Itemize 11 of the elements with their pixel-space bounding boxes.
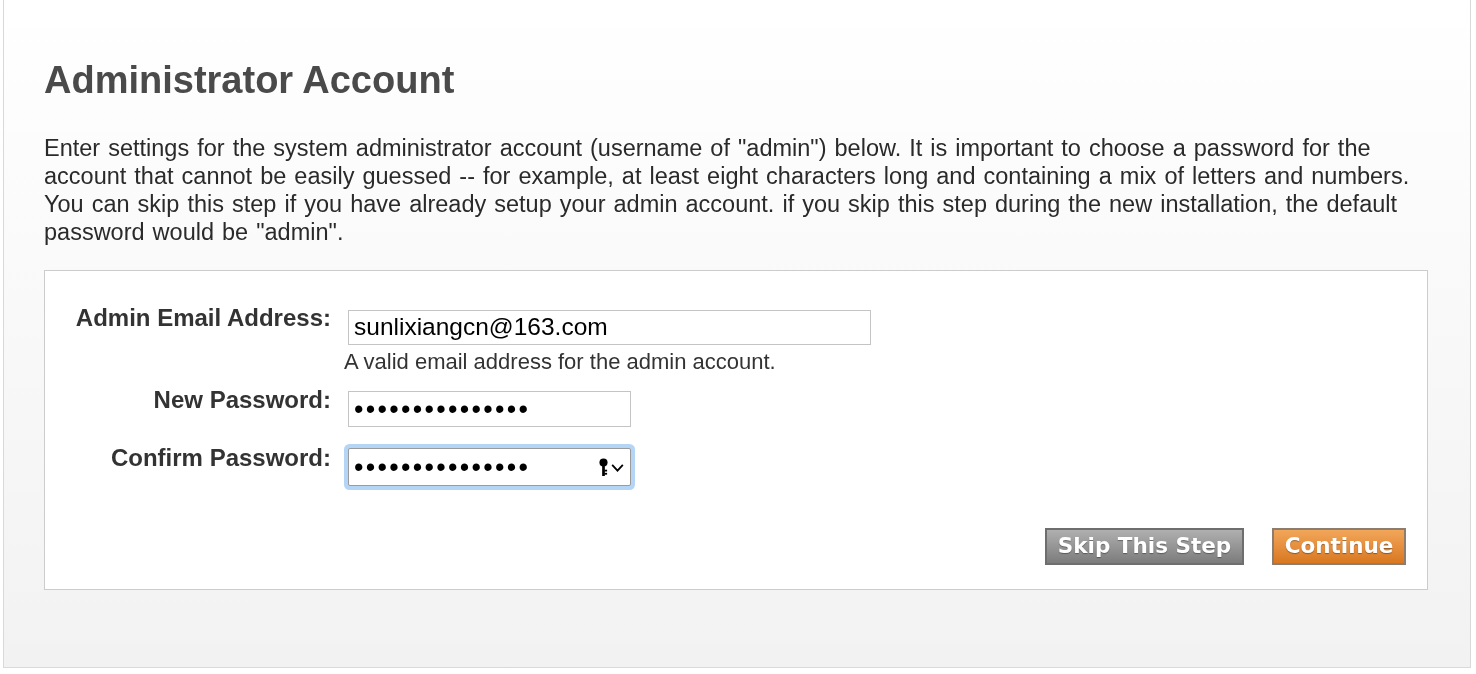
password-field[interactable]: ••••••••••••••• — [348, 391, 631, 427]
field-hint: A valid email address for the admin account. — [344, 349, 776, 375]
field-label: Confirm Password: — [110, 444, 331, 471]
password-field[interactable]: ••••••••••••••• — [348, 448, 631, 486]
field-label: Admin Email Address: — [75, 304, 331, 331]
field-label: New Password: — [153, 386, 331, 413]
intro-paragraph: Enter settings for the system administrator account (username of "admin") below. It is important to choose a password for the account that cannot be easily guessed -- for example, at least eight characters long and containing a mix of letters and numbers. You can skip this step if you have already setup your admin account. if you skip this step during the new installation, the default password would be "admin". — [44, 134, 1411, 246]
page-heading: Administrator Account — [44, 58, 455, 102]
chevron-down-icon[interactable] — [611, 464, 624, 472]
input-field[interactable]: sunlixiangcn@163.com — [348, 310, 871, 345]
key-icon[interactable] — [599, 457, 608, 477]
